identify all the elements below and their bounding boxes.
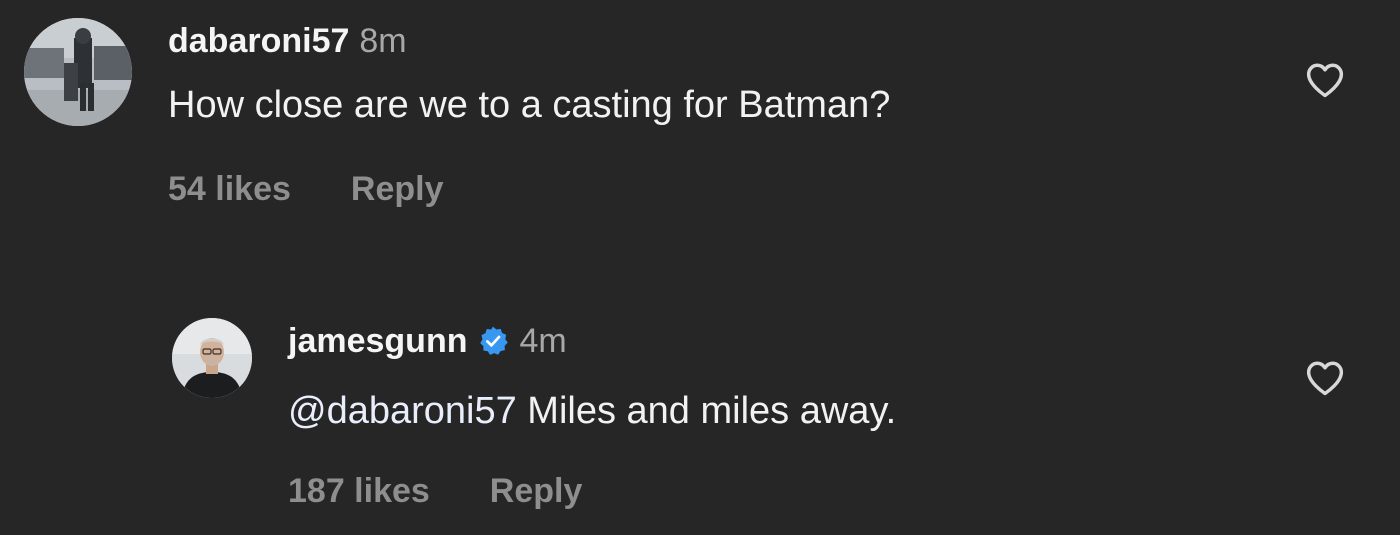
verified-badge-icon <box>480 326 509 355</box>
comment-text: How close are we to a casting for Batman… <box>168 84 890 127</box>
comment: dabaroni57 8m How close are we to a cast… <box>0 0 1400 240</box>
street-photo-avatar-icon <box>24 18 132 126</box>
timestamp: 4m <box>519 321 567 360</box>
comment-text: @dabaroni57 Miles and miles away. <box>288 390 896 433</box>
likes-count[interactable]: 187 likes <box>288 472 430 511</box>
reply-button[interactable]: Reply <box>490 472 583 511</box>
person-portrait-avatar-icon <box>172 318 252 398</box>
mention-link[interactable]: @dabaroni57 <box>288 390 517 432</box>
comment-header: jamesgunn 4m <box>288 320 567 362</box>
username[interactable]: jamesgunn <box>288 322 467 361</box>
avatar[interactable] <box>24 18 132 126</box>
comment-body: Miles and miles away. <box>516 390 897 432</box>
heart-outline-icon[interactable] <box>1305 62 1345 98</box>
timestamp: 8m <box>359 21 407 60</box>
comment-body: How close are we to a casting for Batman… <box>168 84 891 126</box>
username[interactable]: dabaroni57 <box>168 22 349 61</box>
comment-actions: 187 likes Reply <box>288 472 582 511</box>
comment-header: dabaroni57 8m <box>168 20 407 62</box>
reply-button[interactable]: Reply <box>351 170 444 209</box>
heart-outline-icon[interactable] <box>1305 360 1345 396</box>
avatar[interactable] <box>172 318 252 398</box>
likes-count[interactable]: 54 likes <box>168 170 291 209</box>
comment-actions: 54 likes Reply <box>168 170 443 209</box>
reply-comment: jamesgunn 4m @dabaroni57 Miles and miles… <box>0 300 1400 535</box>
